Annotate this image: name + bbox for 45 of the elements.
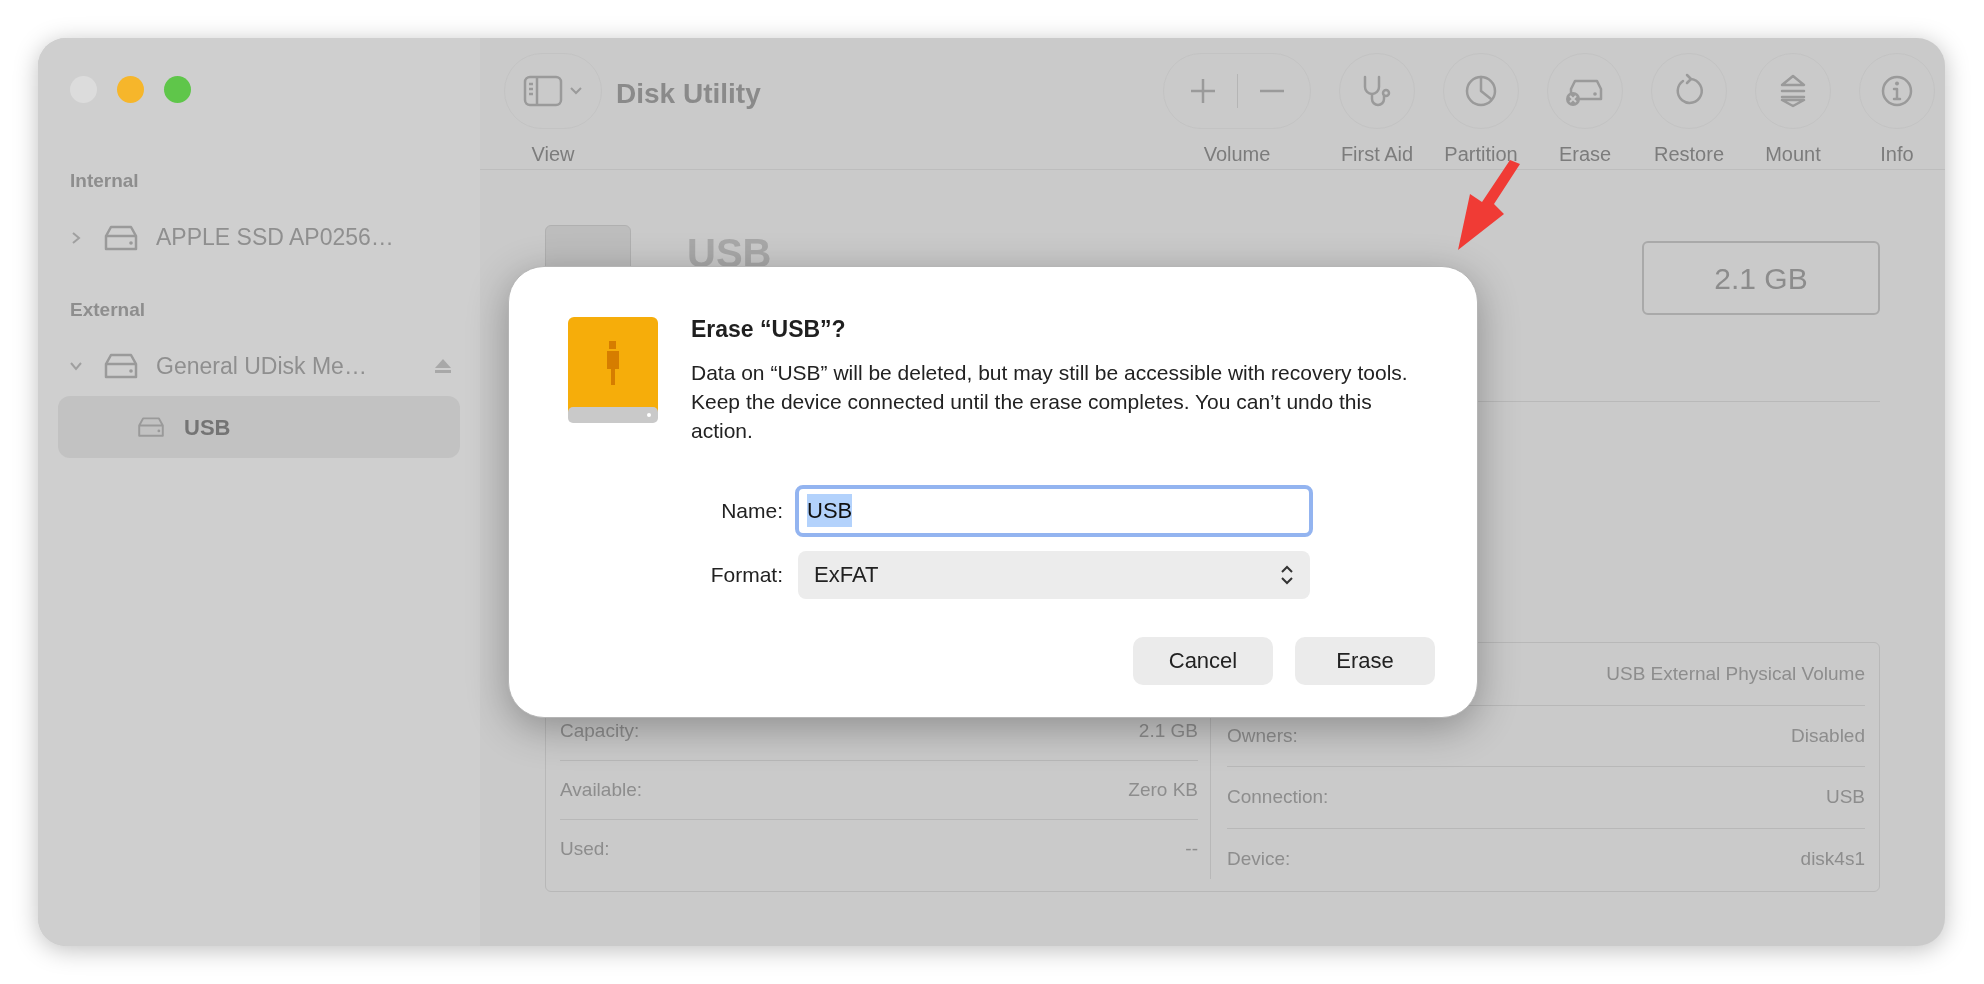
- info-label: Available:: [560, 778, 643, 802]
- capacity-badge: 2.1 GB: [1642, 241, 1880, 315]
- toolbar-label: Info: [1880, 142, 1914, 167]
- format-dropdown[interactable]: ExFAT: [798, 550, 1310, 599]
- toolbar-label: Erase: [1558, 142, 1612, 167]
- name-field[interactable]: USB: [795, 484, 1313, 537]
- disk-name: General UDisk Me…: [156, 351, 367, 381]
- toolbar-label: Mount: [1765, 142, 1821, 167]
- info-value: USB: [1825, 785, 1865, 809]
- info-value: Zero KB: [1128, 778, 1198, 802]
- info-label: Owners:: [1227, 723, 1298, 748]
- info-value: Disabled: [1791, 723, 1865, 748]
- section-heading: External: [69, 297, 146, 322]
- up-down-chevron-icon: [1280, 563, 1294, 586]
- sidebar-icon: [523, 75, 563, 107]
- dialog-message: Data on “USB” will be deleted, but may still be accessible with recovery tools. Keep the device connected until the erase completes. You can’t undo this action.: [691, 359, 1409, 444]
- dialog-title: Erase “USB”?: [691, 315, 847, 344]
- info-value: USB External Physical Volume: [1606, 662, 1865, 686]
- toolbar-label: Volume: [1203, 142, 1271, 167]
- info-label: Used:: [560, 837, 610, 862]
- dialog-button[interactable]: Cancel: [1133, 636, 1273, 685]
- toolbar-label: First Aid: [1340, 142, 1414, 167]
- toolbar-label: Partition: [1444, 142, 1518, 167]
- dialog-button[interactable]: Erase: [1295, 636, 1435, 685]
- info-value: disk4s1: [1800, 847, 1865, 871]
- info-label: Connection:: [1227, 785, 1329, 809]
- info-label: Capacity:: [560, 719, 640, 744]
- info-label: Device:: [1227, 847, 1291, 871]
- drive-icon: [102, 352, 140, 380]
- info-value: --: [1185, 837, 1198, 862]
- drive-icon: [102, 223, 140, 252]
- drive-icon: [136, 416, 166, 438]
- eject-icon[interactable]: [434, 358, 452, 374]
- section-heading: Internal: [69, 169, 140, 193]
- usb-drive-icon: [567, 315, 659, 425]
- field-label: Name:: [720, 498, 783, 524]
- field-label: Format:: [709, 562, 783, 588]
- chevron-down-icon: [569, 86, 583, 96]
- toolbar-label: Restore: [1654, 142, 1724, 167]
- disk-name: APPLE SSD AP0256…: [156, 223, 394, 253]
- toolbar-label: View: [531, 142, 575, 167]
- volume-name: USB: [184, 413, 231, 442]
- window-control-button[interactable]: [164, 76, 191, 103]
- window-title: Disk Utility: [616, 77, 761, 111]
- window-control-button[interactable]: [117, 76, 144, 103]
